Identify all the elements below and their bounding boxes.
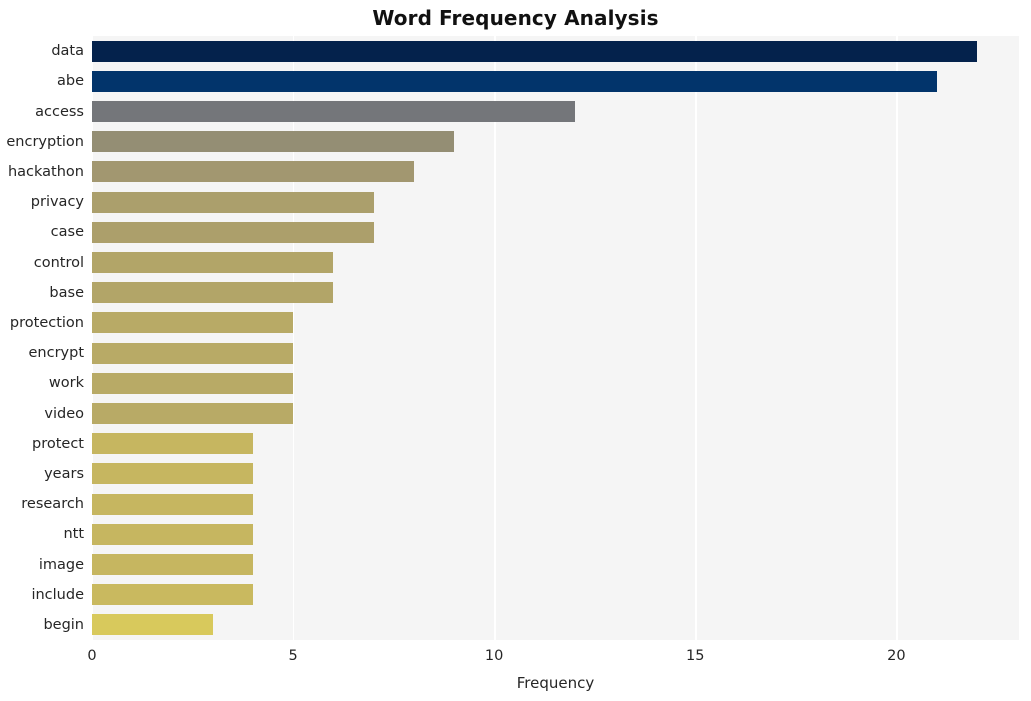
chart-figure: Word Frequency Analysis data abe access enc… [0, 0, 1031, 701]
x-axis-title: Frequency [516, 674, 595, 692]
bar [92, 131, 454, 153]
y-tick-label-work: work [48, 375, 84, 392]
y-tick-label-encrypt: encrypt [28, 345, 84, 362]
y-tick-label-protection: protection [9, 314, 84, 331]
x-tick-label-10: 10 [484, 648, 504, 664]
plot-area [92, 36, 1019, 640]
x-tick-label-0: 0 [87, 648, 97, 664]
x-tick-label-15: 15 [686, 648, 705, 664]
bar [92, 282, 334, 304]
bar [92, 584, 253, 606]
bar [92, 312, 294, 334]
y-tick-label-hackathon: hackathon [7, 163, 84, 180]
y-tick-label-abe: abe [56, 73, 84, 90]
y-tick-label-protect: protect [32, 435, 84, 452]
bar [92, 554, 253, 575]
y-tick-label-base: base [49, 284, 84, 301]
y-tick-label-case: case [50, 224, 84, 241]
x-tick-label-5: 5 [288, 648, 298, 664]
y-tick-label-begin: begin [43, 616, 84, 633]
bar [92, 40, 977, 62]
bar [92, 372, 294, 394]
x-tick-label-20: 20 [887, 648, 906, 664]
y-tick-label-control: control [33, 254, 84, 271]
y-tick-label-privacy: privacy [30, 194, 84, 211]
y-tick-label-encryption: encryption [6, 133, 84, 150]
y-tick-label-access: access [35, 103, 84, 120]
bar [92, 463, 253, 485]
y-tick-label-video: video [44, 405, 84, 422]
chart-title: Word Frequency Analysis [372, 6, 659, 30]
bar [92, 433, 253, 455]
x-axis-tick-labels: 0 5 10 15 20 [87, 640, 1019, 666]
bar [92, 493, 253, 515]
bar [92, 70, 937, 92]
bar [92, 342, 294, 364]
bar [92, 614, 213, 636]
bar [92, 221, 374, 243]
bar-series [92, 36, 1019, 640]
y-tick-label-data: data [51, 43, 84, 60]
bar [92, 252, 334, 273]
bar [92, 523, 253, 545]
y-tick-label-ntt: ntt [63, 526, 84, 543]
y-axis-tick-labels: data abe access encryption hackathon privacy c… [0, 36, 84, 640]
bar [92, 161, 414, 183]
y-tick-label-research: research [21, 496, 84, 513]
bar [92, 101, 575, 122]
y-tick-label-years: years [44, 465, 84, 482]
bar [92, 403, 294, 424]
y-tick-label-include: include [31, 586, 84, 603]
bar [92, 191, 374, 213]
y-tick-label-image: image [38, 556, 84, 573]
